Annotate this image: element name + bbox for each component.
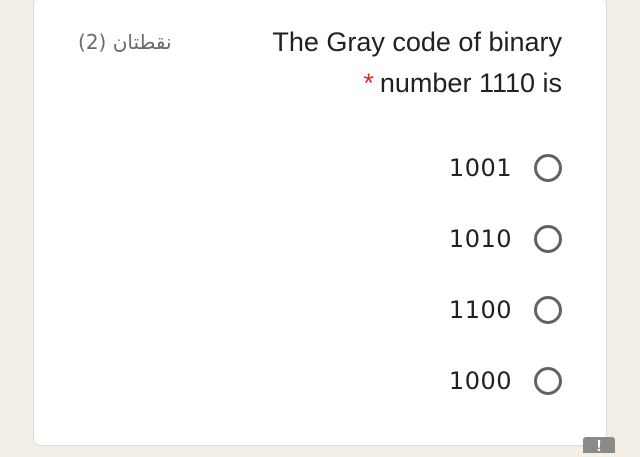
option-1010[interactable]: 1010 [449, 219, 562, 259]
option-label: 1010 [448, 225, 512, 253]
option-1100[interactable]: 1100 [449, 290, 562, 330]
exclamation-icon[interactable]: ! [583, 437, 615, 455]
radio-button[interactable] [534, 225, 562, 253]
option-label: 1100 [448, 296, 512, 324]
radio-button[interactable] [534, 296, 562, 324]
radio-button[interactable] [534, 367, 562, 395]
radio-button[interactable] [534, 154, 562, 182]
option-1000[interactable]: 1000 [449, 361, 562, 401]
option-1001[interactable]: 1001 [449, 148, 562, 188]
options-group: 1001 1010 1100 1000 [0, 0, 640, 453]
option-label: 1000 [448, 367, 512, 395]
option-label: 1001 [448, 154, 512, 182]
